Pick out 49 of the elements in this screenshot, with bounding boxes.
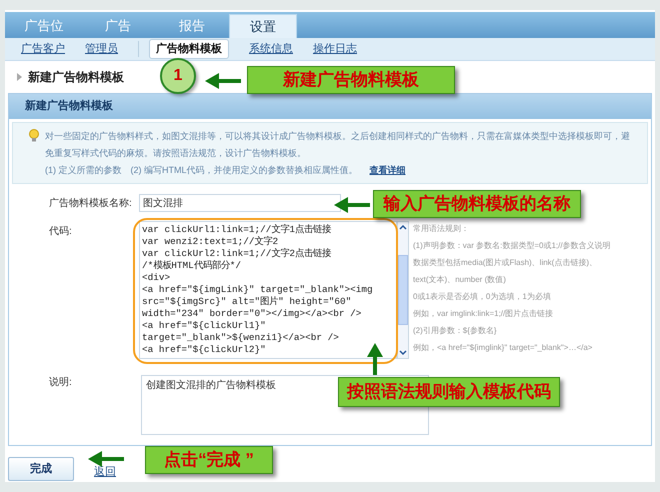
sub-nav-link[interactable]: 广告客户 xyxy=(21,40,65,58)
sub-nav-link[interactable]: 广告物料模板 xyxy=(149,38,229,60)
left-arrow xyxy=(88,451,124,467)
syntax-rule-text: 例如，<a href="${imglink}" target="_blank">…</a> xyxy=(413,342,594,354)
code-line: var clickUrl1:link=1;//文字1点击链接 xyxy=(142,224,332,236)
field-label: 说明: xyxy=(48,376,73,390)
code-line: /*模板HTML代码部分*/ xyxy=(142,260,242,272)
back-link[interactable]: 返回 xyxy=(94,464,116,480)
callout-box: 点击“完成 ” xyxy=(145,446,273,474)
syntax-rule-text: 常用语法规则： xyxy=(413,223,470,235)
sub-nav-link[interactable]: 系统信息 xyxy=(249,40,293,58)
syntax-rule-text: 0或1表示是否必填，0为选填，1为必填 xyxy=(413,291,552,303)
left-arrow xyxy=(205,73,241,89)
callout-box: 按照语法规则输入模板代码 xyxy=(338,377,560,407)
syntax-rule-text: (1)声明参数：var 参数名:数据类型=0或1;//参数含义说明 xyxy=(413,240,611,252)
field-label: 广告物料模板名称: xyxy=(48,196,133,210)
scroll-down-icon[interactable] xyxy=(399,350,407,356)
sub-nav-link[interactable]: 管理员 xyxy=(85,40,118,58)
syntax-rule-text: (2)引用参数：${参数名} xyxy=(413,325,498,337)
code-line: var wenzi2:text=1;//文字2 xyxy=(142,236,280,248)
code-line: target="_blank">${wenzi1}</a><br /> xyxy=(142,332,340,344)
name-input[interactable]: 图文混排 xyxy=(139,194,341,212)
code-line: <a href="${clickUrl1}" xyxy=(142,320,267,332)
code-line: var clickUrl2:link=1;//文字2点击链接 xyxy=(142,248,332,260)
steps-text: (1) 定义所需的参数 (2) 编写HTML代码，并使用定义的参数替换相应属性值。 xyxy=(45,164,358,177)
scrollbar[interactable] xyxy=(397,221,409,359)
left-arrow xyxy=(334,197,370,213)
syntax-rule-text: 数据类型包括media(图片或Flash)、link(点击链接)、 xyxy=(413,257,598,269)
callout-box: 新建广告物料模板 xyxy=(247,66,455,94)
code-line: <a href="${imgLink}" target="_blank"><img xyxy=(142,284,374,296)
finish-button[interactable]: 完成 xyxy=(8,457,74,481)
scroll-up-icon[interactable] xyxy=(399,224,407,230)
code-line: src="${imgSrc}" alt="图片" height="60" xyxy=(142,296,352,308)
details-link[interactable]: 查看详细 xyxy=(370,162,406,179)
lightbulb-icon xyxy=(29,129,39,142)
caret-icon xyxy=(17,73,22,81)
code-line: <a href="${clickUrl2}" xyxy=(142,344,267,356)
syntax-rule-text: text(文本)、number (数值) xyxy=(413,274,507,286)
code-line: width="234" border="0"></img></a><br /> xyxy=(142,308,362,320)
nav-tab[interactable]: 设置 xyxy=(229,14,297,38)
field-label: 代码: xyxy=(48,225,73,239)
page-title: 新建广告物料模板 xyxy=(28,69,124,86)
code-line: <div> xyxy=(142,272,172,284)
info-text: 对一些固定的广告物料样式，如图文混排等，可以将其设计成广告物料模板。之后创建相同样式的广告物料，只需在富媒体类型中选择模板即可，避免重复写样式代码的麻烦。请按照语法规范，设计广告物料模板。 xyxy=(45,130,631,160)
callout-box: 输入广告物料模板的名称 xyxy=(373,190,581,218)
syntax-rule-text: 例如，var imglink:link=1;//图片点击链接 xyxy=(413,308,554,320)
up-arrow xyxy=(367,343,383,375)
sub-nav-link[interactable]: 操作日志 xyxy=(313,40,357,58)
panel-header: 新建广告物料模板 xyxy=(9,94,651,119)
